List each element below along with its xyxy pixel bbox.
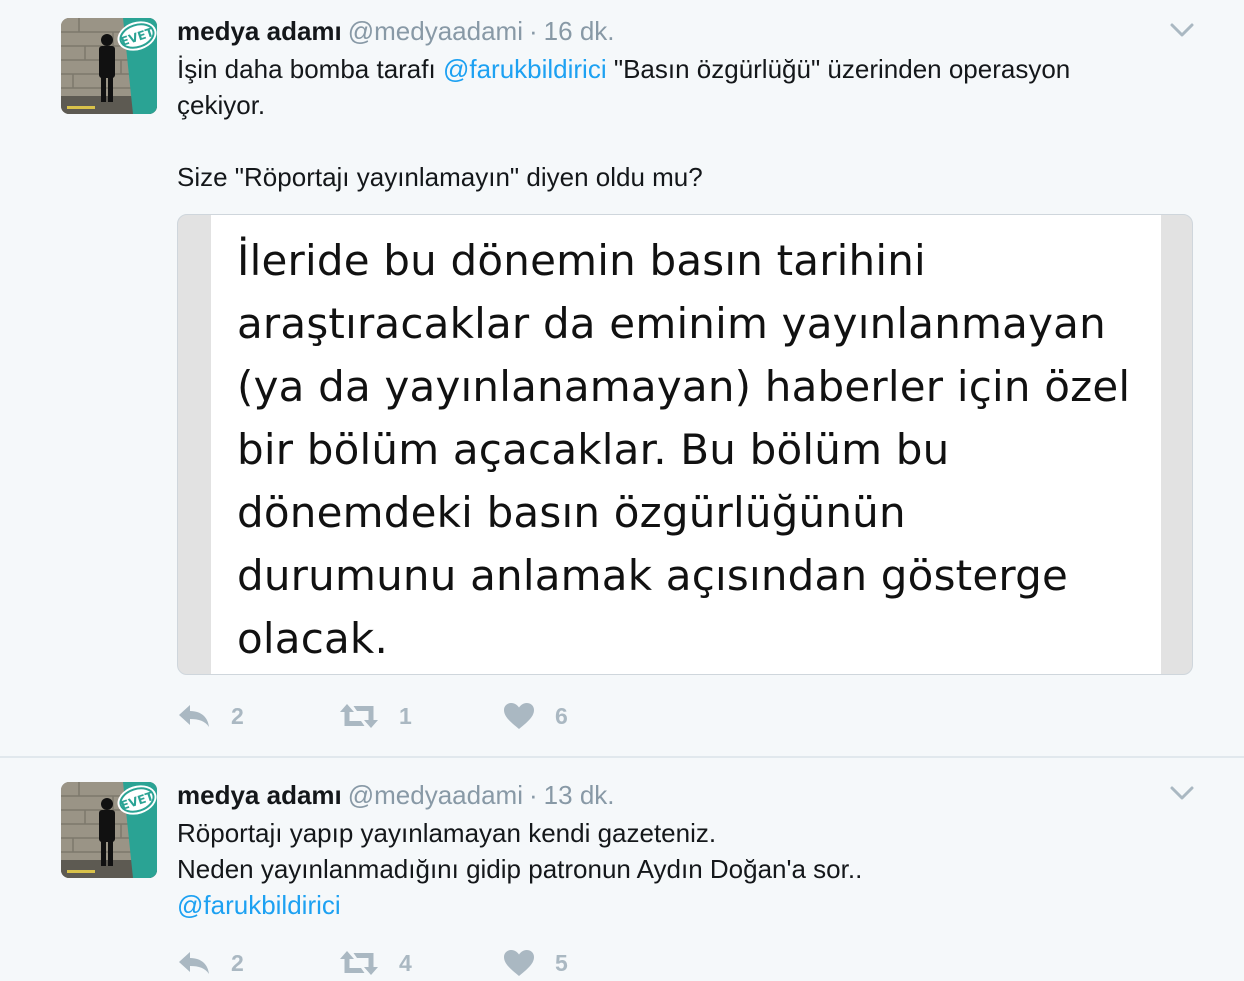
tweet[interactable]: EVET medya adamı @medyaadami · 13 dk. Röpor… (0, 758, 1244, 976)
tweet-text: Röportajı yapıp yayınlamayan kendi gazet… (177, 815, 1187, 923)
tweet-text-line: İşin daha bomba tarafı @farukbildirici "… (177, 51, 1187, 87)
retweet-button[interactable]: 4 (339, 945, 412, 981)
like-button[interactable]: 5 (503, 945, 568, 981)
chevron-down-icon[interactable] (1168, 783, 1196, 803)
user-handle[interactable]: @medyaadami (348, 16, 523, 46)
like-button[interactable]: 6 (503, 698, 568, 734)
avatar-image: EVET (61, 782, 157, 878)
retweet-icon (340, 951, 378, 975)
timestamp[interactable]: 13 dk. (544, 780, 615, 810)
retweet-button[interactable]: 1 (339, 698, 412, 734)
heart-icon (504, 703, 534, 729)
image-quote-text: İleride bu dönemin basın tarihini araştı… (237, 236, 1131, 663)
like-count: 5 (555, 949, 568, 976)
text-segment: İşin daha bomba tarafı (177, 54, 443, 84)
mention-link[interactable]: @farukbildirici (443, 54, 607, 84)
avatar[interactable]: EVET (61, 18, 157, 114)
reply-icon (179, 705, 209, 727)
reply-count: 2 (231, 949, 244, 976)
retweet-count: 4 (399, 949, 412, 976)
tweet[interactable]: EVET medya adamı @medyaadami · 16 dk. İşin … (0, 0, 1244, 757)
reply-count: 2 (231, 702, 244, 729)
reply-button[interactable]: 2 (177, 698, 244, 734)
tweet-text: İşin daha bomba tarafı @farukbildirici "… (177, 51, 1187, 195)
tweet-text-line: çekiyor. (177, 90, 266, 120)
tweet-text-line: @farukbildirici (177, 887, 1187, 923)
reply-button[interactable]: 2 (177, 945, 244, 981)
chevron-down-icon[interactable] (1168, 20, 1196, 40)
tweet-header: medya adamı @medyaadami · 16 dk. (177, 16, 615, 46)
tweet-text-line: Röportajı yapıp yayınlamayan kendi gazet… (177, 818, 717, 848)
separator: · (529, 16, 538, 46)
like-count: 6 (555, 702, 568, 729)
display-name[interactable]: medya adamı (177, 780, 342, 810)
retweet-icon (340, 704, 378, 728)
avatar-image: EVET (61, 18, 157, 114)
separator: · (529, 780, 538, 810)
text-segment: "Basın özgürlüğü" üzerinden operasyon (606, 54, 1071, 84)
avatar[interactable]: EVET (61, 782, 157, 878)
display-name[interactable]: medya adamı (177, 16, 342, 46)
image-content: İleride bu dönemin basın tarihini araştı… (211, 215, 1161, 674)
tweet-header: medya adamı @medyaadami · 13 dk. (177, 780, 615, 810)
reply-icon (179, 952, 209, 974)
tweet-text-line: Size "Röportajı yayınlamayın" diyen oldu… (177, 162, 703, 192)
tweet-media-image[interactable]: İleride bu dönemin basın tarihini araştı… (177, 214, 1193, 675)
heart-icon (504, 950, 534, 976)
tweet-text-line: Neden yayınlanmadığını gidip patronun Ay… (177, 854, 863, 884)
user-handle[interactable]: @medyaadami (348, 780, 523, 810)
timestamp[interactable]: 16 dk. (544, 16, 615, 46)
retweet-count: 1 (399, 702, 412, 729)
mention-link[interactable]: @farukbildirici (177, 890, 341, 920)
